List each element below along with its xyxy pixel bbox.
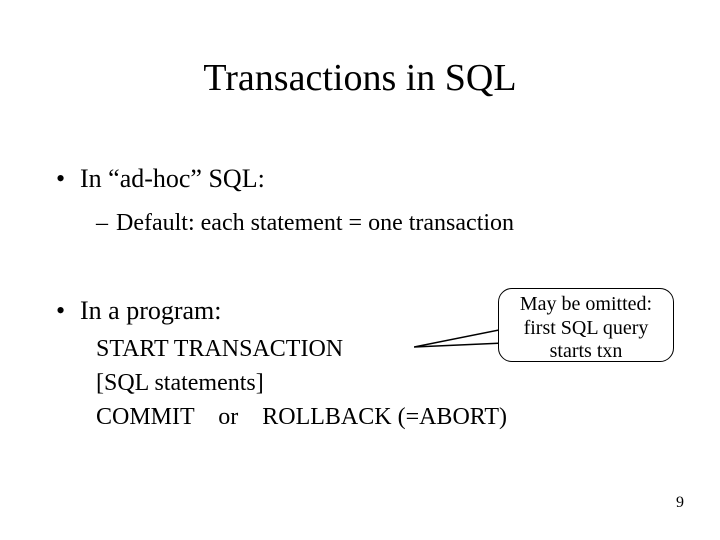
bullet-program-label: In a program: xyxy=(80,296,222,325)
code-line-3: COMMIT or ROLLBACK (=ABORT) xyxy=(96,404,507,431)
callout-box: May be omitted: first SQL query starts t… xyxy=(498,288,674,362)
callout-line-1: May be omitted: xyxy=(499,293,673,317)
sub-adhoc-text: Default: each statement = one transactio… xyxy=(116,210,514,236)
bullet-program: •In a program: xyxy=(56,296,222,326)
code-line-2: [SQL statements] xyxy=(96,370,264,397)
callout-line-2: first SQL query xyxy=(499,317,673,341)
bullet-adhoc-label: In “ad-hoc” SQL: xyxy=(80,164,265,193)
sub-adhoc-default: –Default: each statement = one transacti… xyxy=(96,210,514,237)
code-line-1: START TRANSACTION xyxy=(96,336,343,363)
dash-icon: – xyxy=(96,210,116,237)
callout-line-3: starts txn xyxy=(499,340,673,364)
page-title: Transactions in SQL xyxy=(0,56,720,100)
callout-tail-icon xyxy=(414,329,504,357)
slide-number: 9 xyxy=(676,494,684,512)
slide: Transactions in SQL •In “ad-hoc” SQL: –D… xyxy=(0,0,720,540)
bullet-adhoc: •In “ad-hoc” SQL: xyxy=(56,164,265,194)
bullet-icon: • xyxy=(56,296,80,326)
bullet-icon: • xyxy=(56,164,80,194)
